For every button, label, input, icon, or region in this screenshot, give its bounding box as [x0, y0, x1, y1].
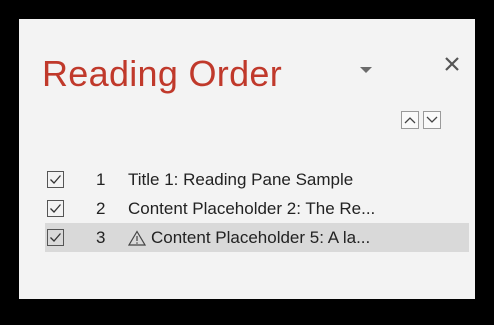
pane-options-dropdown[interactable] [354, 60, 378, 80]
move-buttons [401, 111, 441, 129]
close-icon [445, 57, 459, 71]
move-up-button[interactable] [401, 111, 419, 129]
screenshot-frame: Reading Order 1 Title 1: Reading Pane Sa… [0, 0, 494, 325]
item-label: Title 1: Reading Pane Sample [128, 169, 354, 189]
list-item[interactable]: 1 Title 1: Reading Pane Sample [45, 165, 469, 194]
item-number: 3 [96, 227, 106, 247]
warning-icon [128, 229, 147, 246]
reading-order-pane: Reading Order 1 Title 1: Reading Pane Sa… [19, 19, 475, 299]
checkmark-icon [50, 204, 61, 213]
pane-title: Reading Order [42, 53, 283, 94]
move-down-button[interactable] [423, 111, 441, 129]
move-down-icon [426, 116, 438, 123]
chevron-down-icon [360, 67, 372, 73]
checkmark-icon [50, 233, 61, 242]
list-item-selected[interactable]: 3 Content Placeholder 5: A la... [45, 223, 469, 252]
close-pane-button[interactable] [437, 49, 467, 79]
item-checkbox[interactable] [47, 171, 64, 188]
list-item[interactable]: 2 Content Placeholder 2: The Re... [45, 194, 469, 223]
item-label: Content Placeholder 5: A la... [151, 227, 371, 247]
checkmark-icon [50, 175, 61, 184]
item-label: Content Placeholder 2: The Re... [128, 198, 376, 218]
item-checkbox[interactable] [47, 229, 64, 246]
item-number: 2 [96, 198, 106, 218]
item-number: 1 [96, 169, 106, 189]
reading-order-list: 1 Title 1: Reading Pane Sample 2 Content… [45, 165, 469, 252]
move-up-icon [404, 117, 416, 124]
item-checkbox[interactable] [47, 200, 64, 217]
